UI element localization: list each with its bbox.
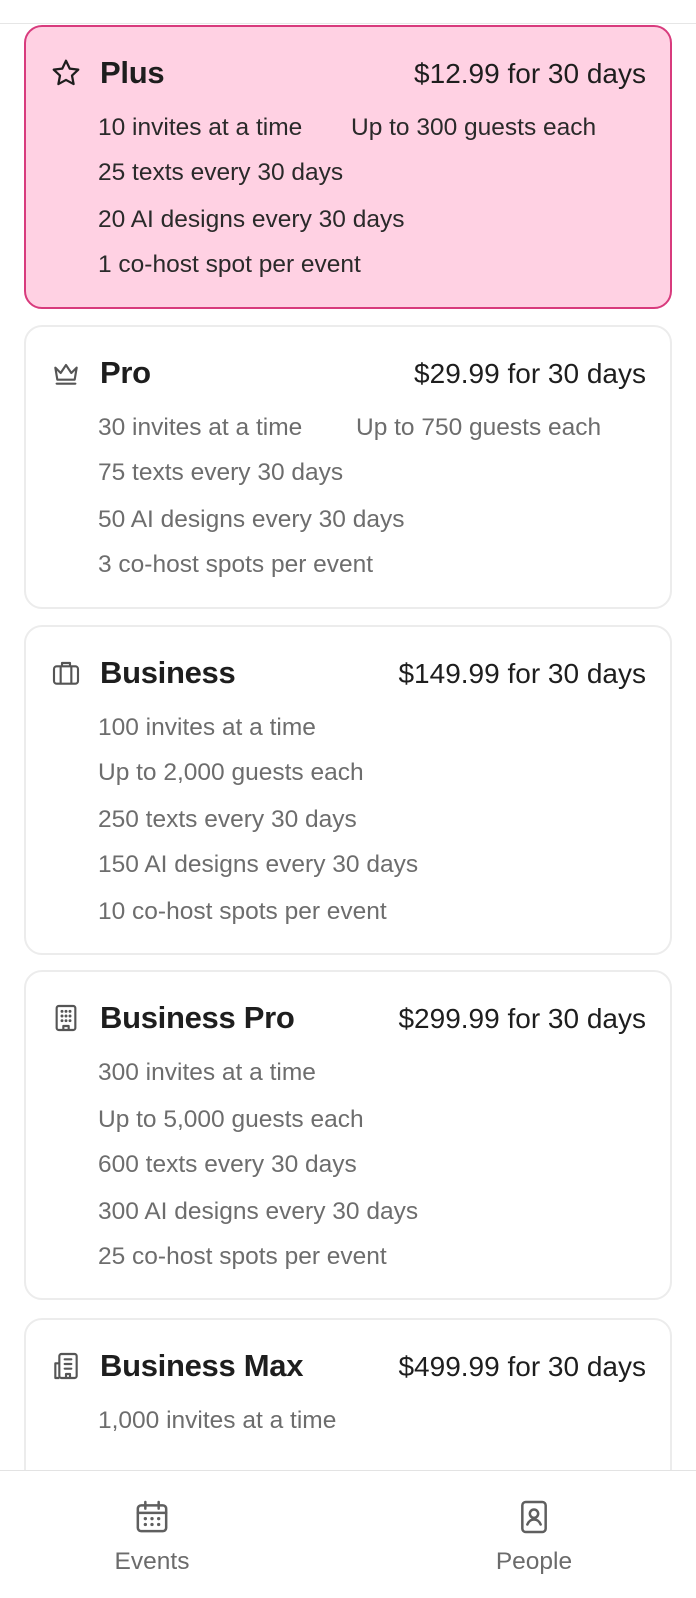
plan-name: Business Max [100, 1348, 304, 1383]
plan-card-business-pro[interactable]: Business Pro $299.99 for 30 days 300 inv… [24, 970, 672, 1300]
office-building-icon [50, 1002, 82, 1034]
plan-name: Pro [100, 355, 151, 390]
tab-label: People [495, 1548, 573, 1575]
tab-events[interactable]: Events [52, 1471, 252, 1598]
plan-feature: Up to 750 guests each [356, 414, 602, 441]
plan-list[interactable]: Plus $12.99 for 30 days 10 invites at a … [0, 24, 696, 1470]
plan-name: Business Pro [100, 1000, 295, 1035]
plan-feature: 1,000 invites at a time [98, 1407, 337, 1434]
plan-feature: 10 invites at a time [98, 114, 303, 141]
star-icon [50, 57, 82, 89]
bottom-tab-bar: Events People [0, 1470, 696, 1598]
plan-card-pro[interactable]: Pro $29.99 for 30 days 30 invites at a t… [24, 325, 672, 609]
plan-feature: 25 texts every 30 days [98, 159, 344, 186]
plan-feature: 20 AI designs every 30 days [98, 206, 405, 233]
crown-icon [50, 357, 82, 389]
plan-card-business-max[interactable]: Business Max $499.99 for 30 days 1,000 i… [24, 1318, 672, 1470]
plan-price: $149.99 for 30 days [398, 658, 646, 689]
plan-feature: 100 invites at a time [98, 714, 316, 741]
plan-feature: Up to 300 guests each [351, 114, 597, 141]
buildings-icon [50, 1350, 82, 1382]
plan-card-plus[interactable]: Plus $12.99 for 30 days 10 invites at a … [24, 25, 672, 309]
plan-feature: 25 co-host spots per event [98, 1243, 387, 1270]
plan-feature: Up to 2,000 guests each [98, 759, 364, 786]
plan-feature: 300 AI designs every 30 days [98, 1198, 419, 1225]
plan-feature: 600 texts every 30 days [98, 1151, 357, 1178]
plan-name: Business [100, 655, 236, 690]
plan-feature: 10 co-host spots per event [98, 898, 387, 925]
tab-people[interactable]: People [434, 1471, 634, 1598]
plan-price: $12.99 for 30 days [414, 58, 646, 89]
plan-price: $29.99 for 30 days [414, 358, 646, 389]
plan-price: $299.99 for 30 days [398, 1003, 646, 1034]
tab-label: Events [114, 1548, 190, 1575]
plan-feature: 50 AI designs every 30 days [98, 506, 405, 533]
plan-feature: Up to 5,000 guests each [98, 1106, 364, 1133]
plan-name: Plus [100, 55, 165, 90]
plan-card-business[interactable]: Business $149.99 for 30 days 100 invites… [24, 625, 672, 955]
briefcase-icon [50, 657, 82, 689]
plan-feature: 30 invites at a time [98, 414, 303, 441]
plan-feature: 3 co-host spots per event [98, 551, 374, 578]
plan-feature: 75 texts every 30 days [98, 459, 344, 486]
plan-feature: 250 texts every 30 days [98, 806, 357, 833]
calendar-icon [132, 1497, 172, 1537]
contacts-book-icon [514, 1497, 554, 1537]
plan-feature: 150 AI designs every 30 days [98, 851, 419, 878]
plan-feature: 300 invites at a time [98, 1059, 316, 1086]
plan-price: $499.99 for 30 days [398, 1351, 646, 1382]
plan-feature: 1 co-host spot per event [98, 251, 361, 278]
